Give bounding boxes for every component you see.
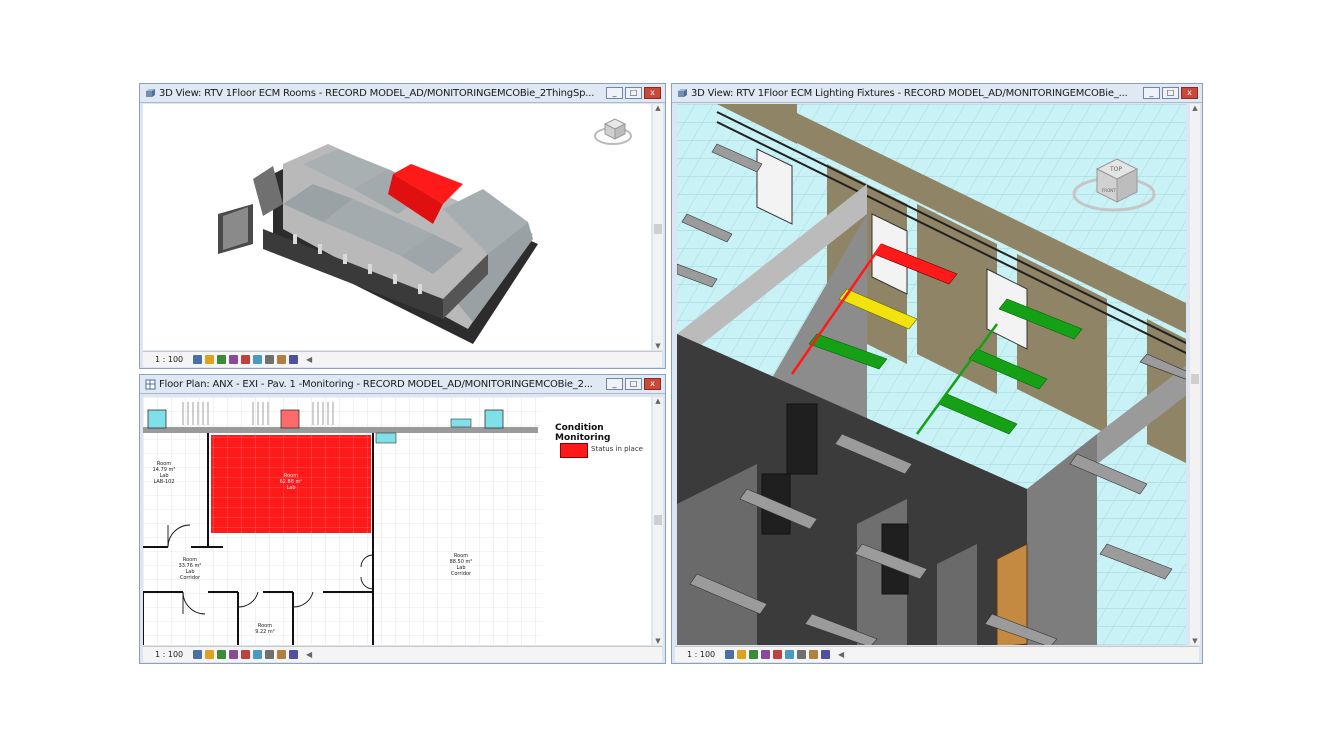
maximize-button[interactable]: □ (1162, 87, 1179, 99)
show-crop-icon[interactable] (253, 650, 262, 659)
lighting-3d-model: TOP FRONT (677, 104, 1186, 645)
scroll-thumb[interactable] (654, 224, 662, 234)
room-tag[interactable]: Room 33.76 m² Lab Corridor (175, 557, 205, 581)
visual-style-icon[interactable] (737, 650, 746, 659)
sun-path-icon[interactable] (217, 650, 226, 659)
lock-view-icon[interactable] (253, 355, 262, 364)
shadows-icon[interactable] (761, 650, 770, 659)
minimize-button[interactable]: _ (1143, 87, 1160, 99)
scroll-down-icon[interactable]: ▼ (653, 342, 663, 350)
room-id: Corridor (450, 571, 472, 577)
room-id: LAB-102 (153, 479, 175, 485)
scroll-up-icon[interactable]: ▲ (653, 397, 663, 405)
viewcube-side-label: FRONT (1102, 188, 1116, 193)
3d-model-canvas[interactable] (143, 104, 651, 350)
hide-isolate-icon[interactable] (809, 650, 818, 659)
rooms-3d-model (218, 118, 632, 344)
scroll-thumb[interactable] (1191, 374, 1199, 384)
room-tag[interactable]: Room 9.22 m² (250, 623, 280, 635)
title-bar[interactable]: Floor Plan: ANX - EXI - Pav. 1 -Monitori… (140, 375, 665, 394)
shadows-icon[interactable] (229, 355, 238, 364)
vertical-scrollbar[interactable]: ▲ ▼ (1190, 104, 1200, 645)
viewcube-face-label: TOP (1109, 166, 1122, 173)
view-control-bar: 1 : 100 ◀ (143, 646, 662, 662)
3d-view-icon (146, 88, 155, 97)
view-scale[interactable]: 1 : 100 (143, 650, 193, 659)
close-button[interactable]: x (644, 378, 661, 390)
lock-view-icon[interactable] (785, 650, 794, 659)
scroll-up-icon[interactable]: ▲ (653, 104, 663, 112)
vertical-scrollbar[interactable]: ▲ ▼ (653, 104, 663, 350)
detail-level-icon[interactable] (725, 650, 734, 659)
view-control-bar: 1 : 100 ◀ (675, 646, 1199, 662)
render-icon[interactable] (241, 355, 250, 364)
reveal-hidden-icon[interactable] (289, 355, 298, 364)
sun-path-icon[interactable] (749, 650, 758, 659)
legend-title: Condition Monitoring (555, 423, 611, 443)
room-tag[interactable]: Room 14.79 m² Lab LAB-102 (149, 461, 179, 485)
maximize-button[interactable]: □ (625, 87, 642, 99)
window-title: 3D View: RTV 1Floor ECM Rooms - RECORD M… (159, 87, 595, 99)
sun-path-icon[interactable] (217, 355, 226, 364)
window-title: 3D View: RTV 1Floor ECM Lighting Fixture… (691, 87, 1128, 99)
view-control-bar: 1 : 100 ◀ (143, 351, 662, 367)
3d-view-icon (678, 88, 687, 97)
title-bar[interactable]: 3D View: RTV 1Floor ECM Rooms - RECORD M… (140, 84, 665, 103)
scroll-down-icon[interactable]: ▼ (653, 637, 663, 645)
minimize-button[interactable]: _ (606, 378, 623, 390)
crop-icon[interactable] (241, 650, 250, 659)
floor-plan-window[interactable]: Floor Plan: ANX - EXI - Pav. 1 -Monitori… (139, 374, 666, 664)
crop-icon[interactable] (797, 650, 806, 659)
detail-level-icon[interactable] (193, 355, 202, 364)
reveal-hidden-icon[interactable] (821, 650, 830, 659)
scroll-left-icon[interactable]: ◀ (306, 355, 312, 364)
crop-icon[interactable] (265, 355, 274, 364)
shadows-icon[interactable] (229, 650, 238, 659)
visual-style-icon[interactable] (205, 355, 214, 364)
scroll-up-icon[interactable]: ▲ (1190, 104, 1200, 112)
vertical-scrollbar[interactable]: ▲ ▼ (653, 397, 663, 645)
legend-swatch (560, 443, 588, 458)
room-use: Lab (286, 485, 296, 491)
legend-label: Status in place (591, 445, 643, 453)
view-scale[interactable]: 1 : 100 (675, 650, 725, 659)
view-3d-rooms-window[interactable]: 3D View: RTV 1Floor ECM Rooms - RECORD M… (139, 83, 666, 369)
room-area: 9.22 m² (255, 629, 275, 635)
room-tag[interactable]: Room 88.50 m² Lab Corridor (446, 553, 476, 577)
visual-style-icon[interactable] (205, 650, 214, 659)
view-tools (193, 355, 298, 364)
reveal-hidden-icon[interactable] (277, 650, 286, 659)
minimize-button[interactable]: _ (606, 87, 623, 99)
floor-plan-icon (145, 379, 156, 389)
view-3d-lighting-window[interactable]: 3D View: RTV 1Floor ECM Lighting Fixture… (671, 83, 1203, 664)
title-bar[interactable]: 3D View: RTV 1Floor ECM Lighting Fixture… (672, 84, 1202, 103)
close-button[interactable]: x (644, 87, 661, 99)
render-icon[interactable] (773, 650, 782, 659)
room-tag[interactable]: Room 62.88 m² Lab (276, 473, 306, 491)
view-tools (725, 650, 830, 659)
floor-plan-canvas[interactable]: Room 14.79 m² Lab LAB-102 Room 62.88 m² … (143, 397, 651, 645)
room-id: Corridor (179, 575, 201, 581)
detail-level-icon[interactable] (193, 650, 202, 659)
scroll-thumb[interactable] (654, 515, 662, 525)
scroll-left-icon[interactable]: ◀ (306, 650, 312, 659)
analysis-icon[interactable] (289, 650, 298, 659)
maximize-button[interactable]: □ (625, 378, 642, 390)
view-tools (193, 650, 298, 659)
scroll-down-icon[interactable]: ▼ (1190, 637, 1200, 645)
window-title: Floor Plan: ANX - EXI - Pav. 1 -Monitori… (159, 378, 593, 390)
hide-isolate-icon[interactable] (277, 355, 286, 364)
view-scale[interactable]: 1 : 100 (143, 355, 193, 364)
3d-lighting-canvas[interactable]: TOP FRONT (677, 104, 1186, 645)
hide-isolate-icon[interactable] (265, 650, 274, 659)
viewcube-icon (594, 118, 632, 145)
close-button[interactable]: x (1181, 87, 1198, 99)
scroll-left-icon[interactable]: ◀ (838, 650, 844, 659)
